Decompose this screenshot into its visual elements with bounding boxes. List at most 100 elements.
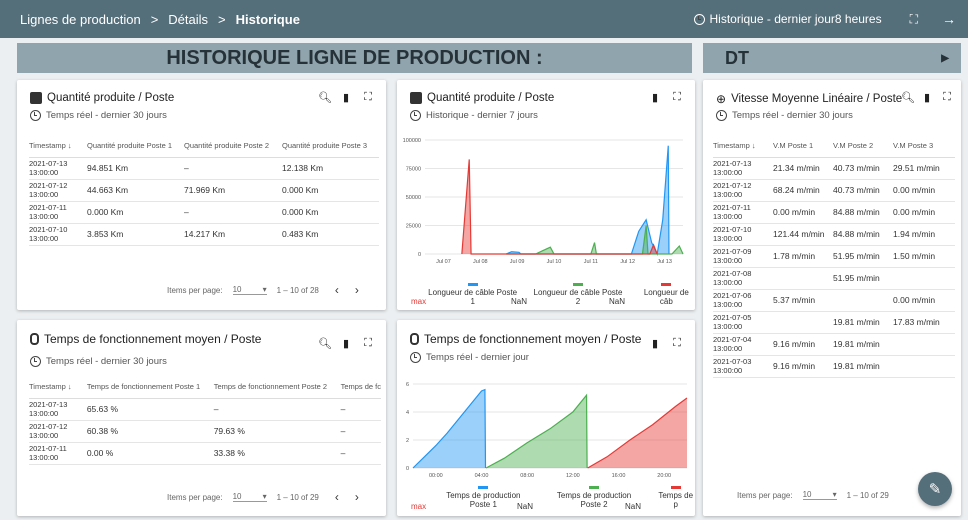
x-tick-label: Jul 11 <box>584 259 598 265</box>
area-chart[interactable]: 0 25000 50000 75000 100000 Jul 07 Jul 08 Jul 09… <box>397 132 695 282</box>
data-table: Timestamp ↓ Quantité produite Poste 1 Qu… <box>29 135 379 246</box>
x-tick-label: Jul 07 <box>436 259 451 265</box>
search-icon[interactable]: 🔍︎ <box>901 91 915 104</box>
search-icon[interactable]: 🔍︎ <box>318 337 332 350</box>
file-icon[interactable]: ▮ <box>649 337 661 350</box>
fullscreen-icon[interactable]: ⛶ <box>910 12 918 27</box>
fullscreen-icon[interactable]: ⛶ <box>941 91 953 104</box>
card-title: Vitesse Moyenne Linéaire / Poste <box>731 93 903 105</box>
column-header[interactable]: Quantité produite Poste 1 <box>87 135 184 158</box>
expand-arrow-icon[interactable]: ▶ <box>941 53 949 64</box>
items-per-page-select[interactable]: 10 ▾ <box>802 490 837 500</box>
file-icon[interactable]: ▮ <box>921 91 933 104</box>
max-row: max NaN NaN <box>411 297 681 306</box>
breadcrumb-lignes[interactable]: Lignes de production <box>20 12 141 27</box>
prev-page-button[interactable]: ‹ <box>335 283 339 297</box>
table-row[interactable]: 2021-07-13 13:00:00 21.34 m/min 40.73 m/min… <box>713 157 955 180</box>
table-row[interactable]: 2021-07-11 13:00:00 0.00 m/min 84.88 m/min 0… <box>713 201 955 224</box>
fullscreen-icon[interactable]: ⛶ <box>362 91 374 104</box>
file-icon[interactable]: ▮ <box>340 91 352 104</box>
table-row[interactable]: 2021-07-11 13:00:00 0.00 % 33.38 % – <box>29 442 381 465</box>
table-row[interactable]: 2021-07-08 13:00:00 51.95 m/min <box>713 267 955 290</box>
table-row[interactable]: 2021-07-11 13:00:00 0.000 Km –0.000 Km <box>29 201 379 224</box>
y-tick-label: 50000 <box>406 195 421 201</box>
x-tick-label: 04:00 <box>475 473 489 479</box>
bar-chart-icon <box>30 92 42 104</box>
max-value: NaN <box>609 297 626 306</box>
y-tick-label: 0 <box>418 252 421 258</box>
table-row[interactable]: 2021-07-10 13:00:00 121.44 m/min 84.88 m/mi… <box>713 223 955 246</box>
column-header[interactable]: Temps de fonctionnement Poste 2 <box>213 376 341 399</box>
column-header[interactable]: Timestamp ↓ <box>29 135 87 158</box>
max-value: NaN <box>511 297 528 306</box>
table-row[interactable]: 2021-07-13 13:00:00 65.63 % – – <box>29 398 381 421</box>
x-tick-label: Jul 12 <box>620 259 635 265</box>
range-label: 1 – 10 of 28 <box>276 285 319 295</box>
column-header[interactable]: V.M Poste 2 <box>833 135 893 158</box>
prev-page-button[interactable]: ‹ <box>335 490 339 504</box>
card-subtitle: Temps réel - dernier 30 jours <box>732 110 853 121</box>
fullscreen-icon[interactable]: ⛶ <box>362 337 374 350</box>
max-value: NaN <box>517 502 534 511</box>
items-per-page-label: Items per page: <box>737 490 793 500</box>
table-row[interactable]: 2021-07-12 13:00:00 44.663 Km 71.969 Km 0.00… <box>29 179 379 202</box>
table-row[interactable]: 2021-07-13 13:00:00 94.851 Km –12.138 Km <box>29 157 379 180</box>
logout-arrow-icon[interactable]: → <box>942 11 956 27</box>
y-tick-label: 100000 <box>403 138 421 144</box>
table-row[interactable]: 2021-07-03 13:00:00 9.16 m/min 19.81 m/min <box>713 355 955 378</box>
y-tick-label: 25000 <box>406 224 421 230</box>
column-header[interactable]: V.M Poste 1 <box>773 135 833 158</box>
y-tick-label: 0 <box>406 466 409 472</box>
column-header[interactable]: Timestamp ↓ <box>713 135 773 158</box>
watch-icon <box>410 333 419 345</box>
history-selector[interactable]: Historique - dernier jour8 heures <box>693 12 882 26</box>
items-per-page-select[interactable]: 10 ▾ <box>232 492 267 502</box>
top-bar: Lignes de production > Détails > Histori… <box>0 0 968 38</box>
area-chart[interactable]: 0 2 4 6 00:00 04:00 08:00 12:00 16:00 20:00 <box>397 378 695 488</box>
max-label: max <box>411 502 427 511</box>
page-title-text: HISTORIQUE LIGNE DE PRODUCTION : <box>166 46 543 69</box>
breadcrumb-separator: > <box>150 11 159 27</box>
table-row[interactable]: 2021-07-04 13:00:00 9.16 m/min 19.81 m/min <box>713 333 955 356</box>
table-row[interactable]: 2021-07-06 13:00:00 5.37 m/min 0.00 m/min <box>713 289 955 312</box>
watch-icon <box>30 333 39 345</box>
table-row[interactable]: 2021-07-05 13:00:00 19.81 m/min 17.83 m/min <box>713 311 955 334</box>
edit-fab-button[interactable]: ✎ <box>918 472 952 506</box>
column-header[interactable]: Temps de fc <box>340 376 381 399</box>
search-icon[interactable]: 🔍︎ <box>318 91 332 104</box>
x-tick-label: 20:00 <box>657 473 671 479</box>
fullscreen-icon[interactable]: ⛶ <box>671 337 683 350</box>
next-page-button[interactable]: › <box>355 490 359 504</box>
dt-header[interactable]: DT ▶ <box>703 43 961 73</box>
x-tick-label: Jul 09 <box>510 259 525 265</box>
card-title: Quantité produite / Poste <box>427 92 555 104</box>
paginator: Items per page: 10 ▾ 1 – 10 of 29 ‹ › <box>167 490 359 504</box>
dt-title: DT <box>725 47 749 68</box>
column-header[interactable]: Timestamp ↓ <box>29 376 87 399</box>
table-row[interactable]: 2021-07-09 13:00:00 1.78 m/min 51.95 m/min 1… <box>713 245 955 268</box>
column-header[interactable]: Quantité produite Poste 2 <box>184 135 282 158</box>
items-per-page-label: Items per page: <box>167 285 223 295</box>
y-tick-label: 2 <box>406 438 409 444</box>
x-tick-label: 00:00 <box>429 473 443 479</box>
table-row[interactable]: 2021-07-10 13:00:00 3.853 Km 14.217 Km 0.483… <box>29 223 379 246</box>
card-subtitle: Temps réel - dernier 30 jours <box>46 356 167 367</box>
y-tick-label: 6 <box>406 382 409 388</box>
x-tick-label: Jul 13 <box>657 259 672 265</box>
fullscreen-icon[interactable]: ⛶ <box>671 91 683 104</box>
data-table: Timestamp ↓ V.M Poste 1 V.M Poste 2 V.M … <box>713 135 955 378</box>
next-page-button[interactable]: › <box>355 283 359 297</box>
column-header[interactable]: Temps de fonctionnement Poste 1 <box>86 376 214 399</box>
table-row[interactable]: 2021-07-12 13:00:00 60.38 % 79.63 % – <box>29 420 381 443</box>
pencil-icon: ✎ <box>928 481 942 498</box>
breadcrumb-details[interactable]: Détails <box>168 12 208 27</box>
file-icon[interactable]: ▮ <box>649 91 661 104</box>
clock-icon <box>410 110 421 121</box>
items-per-page-select[interactable]: 10 ▾ <box>232 285 267 295</box>
file-icon[interactable]: ▮ <box>340 337 352 350</box>
table-row[interactable]: 2021-07-12 13:00:00 68.24 m/min 40.73 m/min… <box>713 179 955 202</box>
speed-gauge-icon: ⊕ <box>716 92 727 106</box>
column-header[interactable]: Quantité produite Poste 3 <box>282 135 379 158</box>
card-quantity-table: Quantité produite / Poste Temps réel - d… <box>17 80 386 310</box>
column-header[interactable]: V.M Poste 3 <box>893 135 955 158</box>
